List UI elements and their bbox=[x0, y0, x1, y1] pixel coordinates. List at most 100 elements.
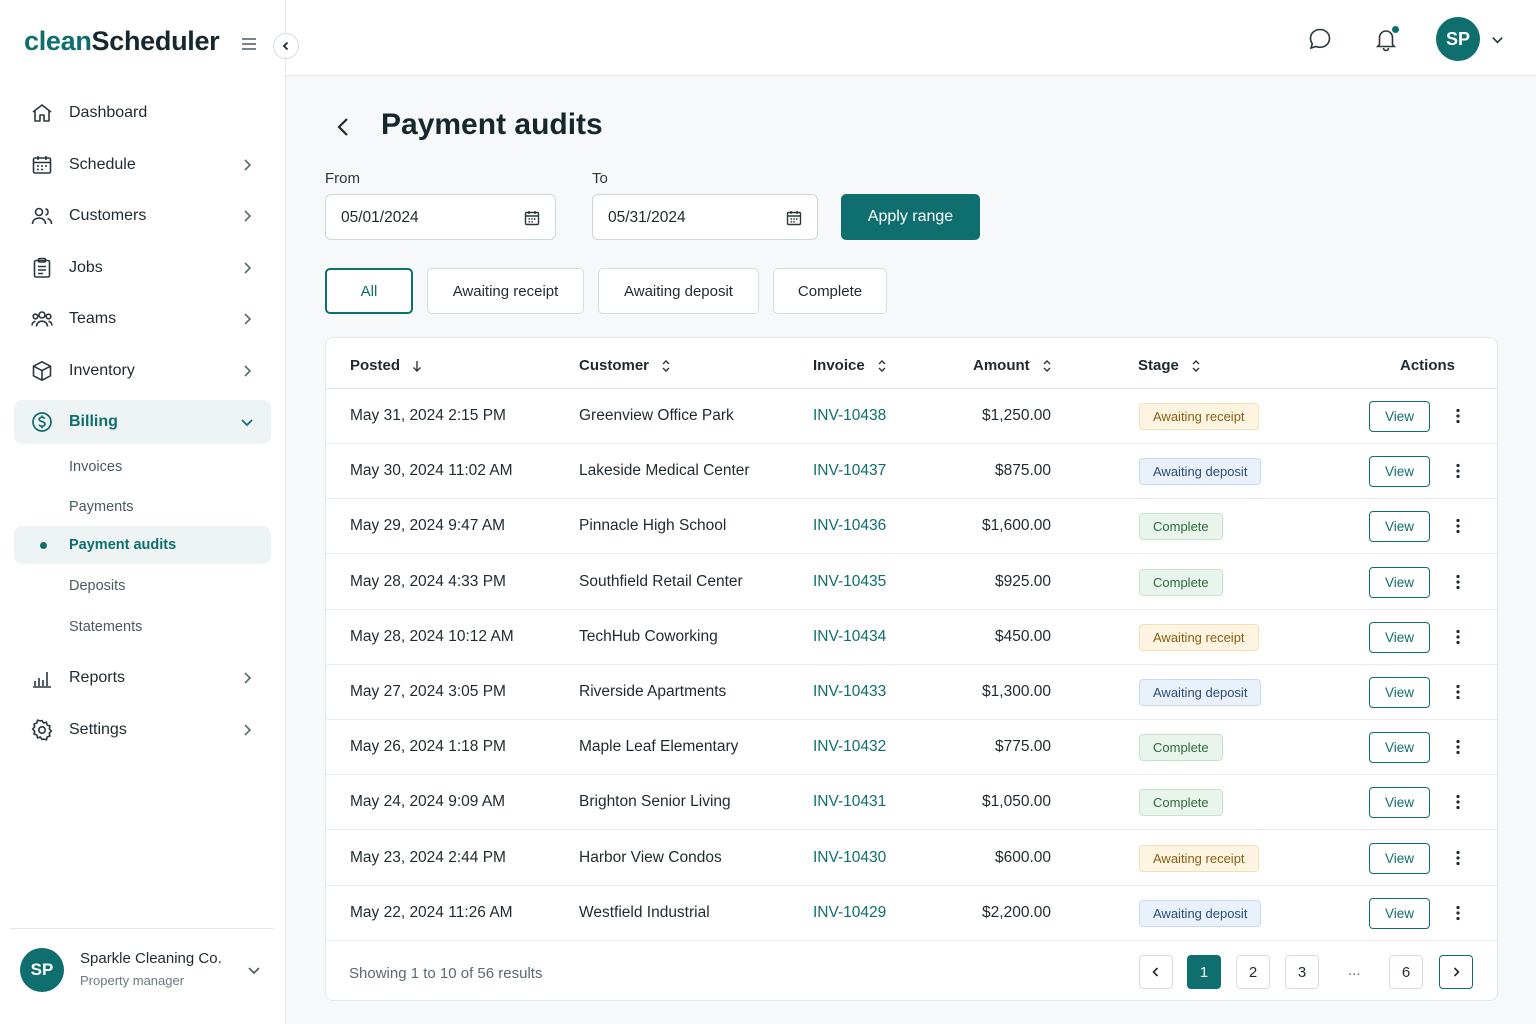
cell-amount: $775.00 bbox=[994, 738, 1051, 756]
view-button[interactable]: View bbox=[1369, 456, 1430, 488]
sidebar-item-teams[interactable]: Teams bbox=[14, 297, 271, 341]
filter-chip-complete[interactable]: Complete bbox=[773, 268, 887, 314]
view-button[interactable]: View bbox=[1369, 677, 1430, 708]
sidebar-subitem-invoices[interactable]: Invoices bbox=[14, 448, 271, 486]
sidebar-item-settings[interactable]: Settings bbox=[14, 708, 271, 752]
more-options-icon[interactable] bbox=[1450, 904, 1466, 922]
sort-descending-icon[interactable] bbox=[410, 359, 424, 373]
pagination-page-3[interactable]: 3 bbox=[1285, 955, 1319, 989]
sidebar-subitem-payments[interactable]: Payments bbox=[14, 488, 271, 526]
cell-amount: $875.00 bbox=[994, 462, 1051, 480]
view-button[interactable]: View bbox=[1369, 566, 1430, 598]
more-options-icon[interactable] bbox=[1450, 683, 1466, 701]
view-button[interactable]: View bbox=[1369, 732, 1430, 764]
to-date-input[interactable]: 05/31/2024 bbox=[592, 194, 818, 240]
cell-posted: May 28, 2024 4:33 PM bbox=[350, 572, 506, 590]
sidebar-subitem-payment-audits[interactable]: Payment audits bbox=[14, 526, 271, 564]
sort-icon[interactable] bbox=[659, 359, 673, 373]
sidebar-item-billing[interactable]: Billing bbox=[14, 400, 271, 444]
sidebar-subitem-label: Statements bbox=[69, 619, 143, 635]
more-options-icon[interactable] bbox=[1450, 517, 1466, 535]
column-header-customer[interactable]: Customer bbox=[579, 357, 673, 374]
cell-posted: May 26, 2024 1:18 PM bbox=[350, 738, 506, 756]
filter-chip-awaiting-receipt[interactable]: Awaiting receipt bbox=[427, 268, 584, 314]
customers-icon bbox=[30, 204, 54, 228]
stage-badge: Awaiting receipt bbox=[1139, 844, 1259, 872]
column-header-amount[interactable]: Amount bbox=[973, 357, 1054, 374]
chevron-right-icon bbox=[239, 363, 255, 379]
invoice-link[interactable]: INV-10431 bbox=[813, 793, 886, 811]
invoice-link[interactable]: INV-10438 bbox=[813, 407, 886, 425]
pagination-page-2[interactable]: 2 bbox=[1236, 955, 1270, 989]
pagination-page-6[interactable]: 6 bbox=[1389, 955, 1423, 989]
sort-icon[interactable] bbox=[875, 359, 889, 373]
from-date-input[interactable]: 05/01/2024 bbox=[325, 194, 556, 240]
pagination-prev-button[interactable] bbox=[1139, 955, 1173, 989]
cell-amount: $925.00 bbox=[994, 572, 1051, 590]
org-avatar[interactable]: SP bbox=[20, 948, 64, 992]
view-button[interactable]: View bbox=[1369, 401, 1430, 432]
sort-icon[interactable] bbox=[1040, 359, 1054, 373]
stage-badge: Awaiting deposit bbox=[1139, 458, 1262, 486]
filter-chip-all[interactable]: All bbox=[325, 268, 413, 314]
sidebar-item-label: Billing bbox=[69, 413, 118, 430]
sidebar-item-schedule[interactable]: Schedule bbox=[14, 143, 271, 187]
calendar-icon[interactable] bbox=[523, 209, 541, 227]
invoice-link[interactable]: INV-10430 bbox=[813, 849, 886, 867]
more-options-icon[interactable] bbox=[1450, 628, 1466, 646]
more-options-icon[interactable] bbox=[1450, 849, 1466, 867]
back-arrow-icon[interactable] bbox=[330, 113, 358, 141]
pagination-next-button[interactable] bbox=[1439, 955, 1473, 989]
chevron-down-icon bbox=[239, 414, 255, 430]
sidebar-item-label: Reports bbox=[69, 669, 126, 686]
sidebar-item-reports[interactable]: Reports bbox=[14, 656, 271, 700]
invoice-link[interactable]: INV-10436 bbox=[813, 517, 886, 535]
more-options-icon[interactable] bbox=[1450, 462, 1466, 480]
sidebar-subitem-statements[interactable]: Statements bbox=[14, 608, 271, 646]
invoice-link[interactable]: INV-10433 bbox=[813, 683, 886, 701]
column-header-invoice[interactable]: Invoice bbox=[813, 357, 889, 374]
sidebar-item-jobs[interactable]: Jobs bbox=[14, 246, 271, 290]
from-label: From bbox=[325, 170, 360, 187]
invoice-link[interactable]: INV-10429 bbox=[813, 904, 886, 922]
calendar-icon[interactable] bbox=[785, 209, 803, 227]
pagination-page-1[interactable]: 1 bbox=[1187, 955, 1221, 989]
sort-icon[interactable] bbox=[1189, 359, 1203, 373]
filter-chip-awaiting-deposit[interactable]: Awaiting deposit bbox=[598, 268, 759, 314]
active-indicator-dot bbox=[40, 542, 47, 549]
menu-icon[interactable] bbox=[238, 33, 260, 55]
view-button[interactable]: View bbox=[1369, 842, 1430, 874]
view-button[interactable]: View bbox=[1369, 787, 1430, 819]
bar-chart-icon bbox=[30, 666, 54, 690]
invoice-link[interactable]: INV-10435 bbox=[813, 573, 886, 591]
more-options-icon[interactable] bbox=[1450, 793, 1466, 811]
column-header-stage[interactable]: Stage bbox=[1138, 357, 1203, 374]
app-logo[interactable]: cleanScheduler bbox=[24, 26, 220, 57]
table-row: May 28, 2024 10:12 AM TechHub Coworking IN… bbox=[326, 610, 1497, 665]
chat-icon[interactable] bbox=[1307, 26, 1333, 52]
invoice-link[interactable]: INV-10434 bbox=[813, 628, 886, 646]
sidebar-item-dashboard[interactable]: Dashboard bbox=[14, 91, 271, 135]
gear-icon bbox=[30, 718, 54, 742]
sidebar-subitem-deposits[interactable]: Deposits bbox=[14, 567, 271, 605]
sidebar-item-customers[interactable]: Customers bbox=[14, 194, 271, 238]
view-button[interactable]: View bbox=[1369, 511, 1430, 543]
chevron-right-icon bbox=[239, 208, 255, 224]
sidebar-item-inventory[interactable]: Inventory bbox=[14, 349, 271, 393]
more-options-icon[interactable] bbox=[1450, 407, 1466, 425]
org-switcher-chevron-icon[interactable] bbox=[246, 962, 262, 978]
cell-amount: $600.00 bbox=[994, 848, 1051, 866]
more-options-icon[interactable] bbox=[1450, 573, 1466, 591]
invoice-link[interactable]: INV-10432 bbox=[813, 738, 886, 756]
column-header-posted[interactable]: Posted bbox=[350, 357, 424, 374]
user-avatar[interactable]: SP bbox=[1436, 17, 1480, 61]
collapse-sidebar-button[interactable] bbox=[273, 33, 299, 59]
apply-range-button[interactable]: Apply range bbox=[841, 194, 980, 240]
invoice-link[interactable]: INV-10437 bbox=[813, 462, 886, 480]
chevron-right-icon bbox=[239, 311, 255, 327]
view-button[interactable]: View bbox=[1369, 621, 1430, 653]
stage-badge: Complete bbox=[1139, 513, 1223, 541]
user-menu-chevron-icon[interactable] bbox=[1490, 32, 1505, 47]
view-button[interactable]: View bbox=[1369, 897, 1430, 929]
more-options-icon[interactable] bbox=[1450, 738, 1466, 756]
